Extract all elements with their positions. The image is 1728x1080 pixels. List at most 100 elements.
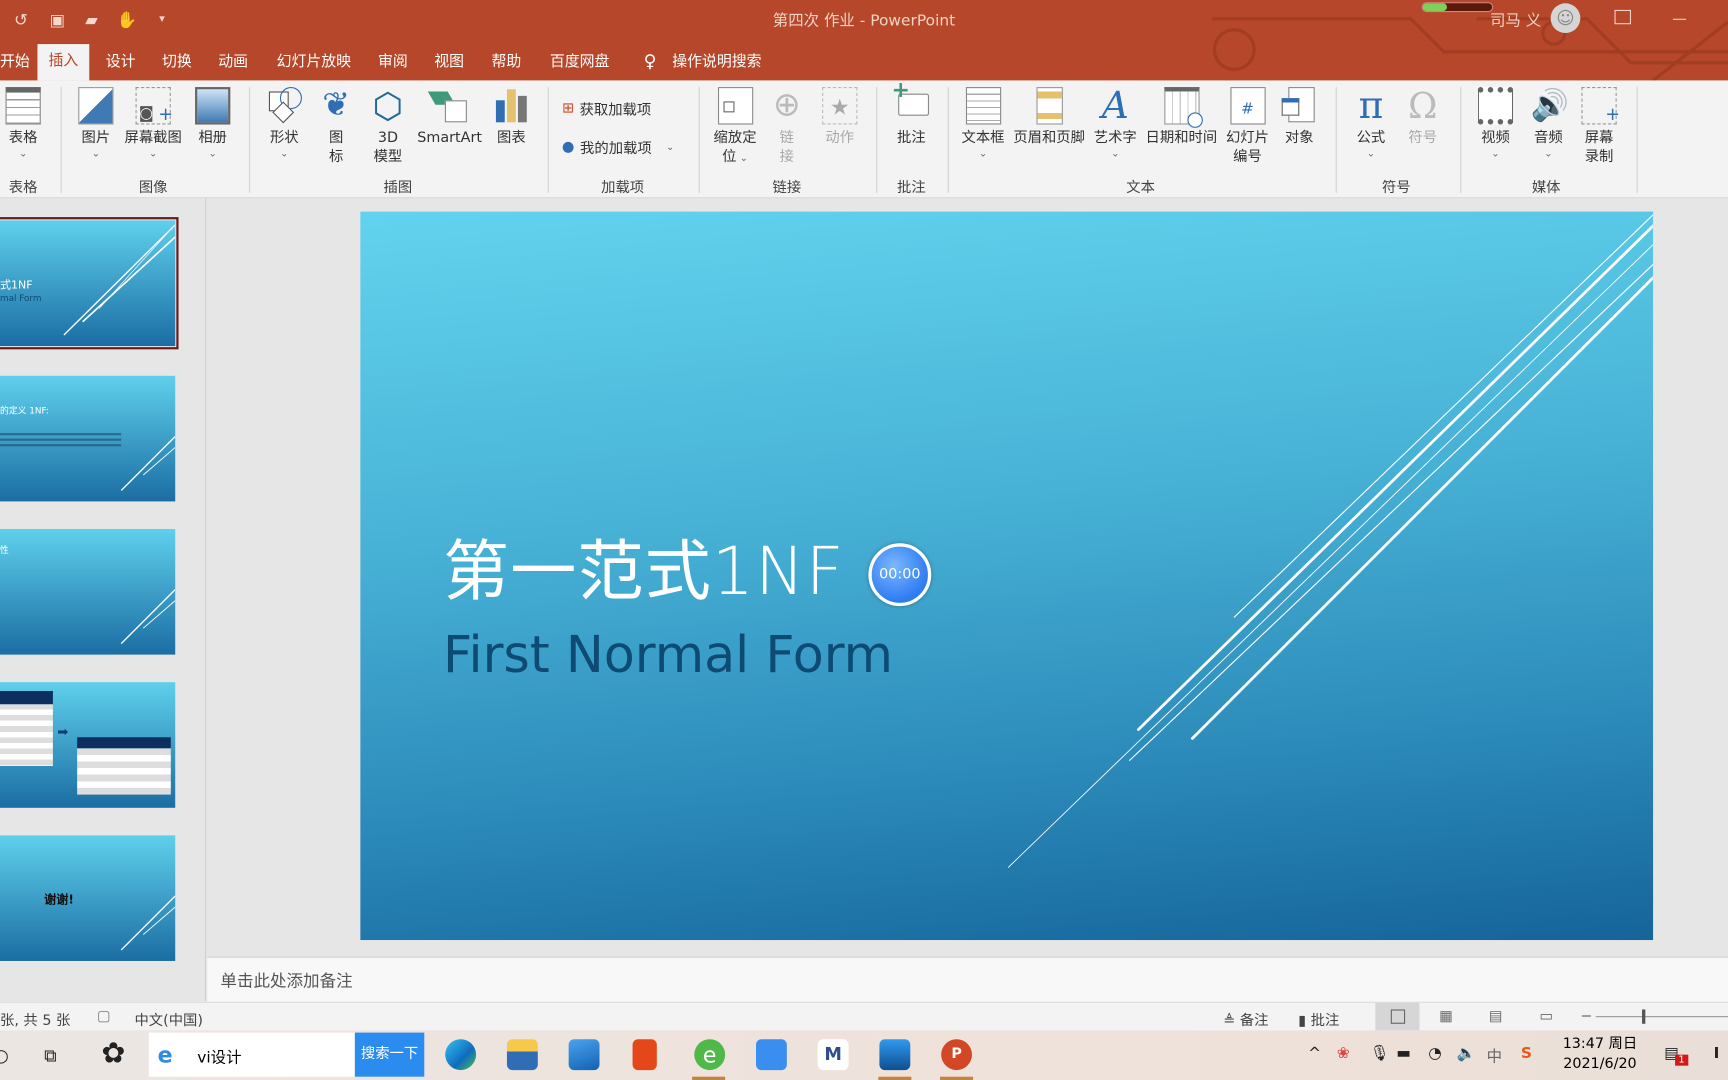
icons-button[interactable]: ❦ 图标 xyxy=(318,87,353,166)
calendar-icon xyxy=(1163,87,1203,128)
search-button[interactable]: 搜索一下 xyxy=(354,1032,425,1077)
app-logo-icon[interactable]: ✿ xyxy=(101,1037,125,1070)
symbol-button[interactable]: Ω 符号 xyxy=(1405,87,1440,148)
group-label-symbols: 符号 xyxy=(1381,179,1411,197)
screenshot-icon: ◙ + xyxy=(135,87,173,125)
label: 动作 xyxy=(825,130,855,147)
zoom-button[interactable]: 缩放定位 ⌄ xyxy=(714,87,757,166)
minimize-icon[interactable] xyxy=(1672,18,1687,20)
accessibility-icon[interactable]: ▢ xyxy=(97,1008,111,1025)
show-desktop[interactable]: I xyxy=(1714,1045,1720,1063)
tab-view[interactable]: 视图 xyxy=(428,48,471,79)
label: 位 xyxy=(722,148,737,166)
office-icon[interactable] xyxy=(632,1039,657,1071)
browser-icon[interactable]: e xyxy=(694,1039,726,1071)
photo-album-button[interactable]: 相册 ⌄ xyxy=(195,87,231,161)
task-view-icon[interactable]: ⧉ xyxy=(44,1045,57,1067)
notes-placeholder: 单击此处添加备注 xyxy=(220,970,353,991)
volume-icon[interactable]: 🔈 xyxy=(1457,1045,1476,1063)
tell-me-search[interactable]: 操作说明搜索 xyxy=(666,48,768,79)
slide-number-icon: # xyxy=(1229,87,1266,125)
powerpoint-icon[interactable]: P xyxy=(941,1039,972,1071)
object-button[interactable]: 对象 xyxy=(1281,87,1317,148)
textbox-button[interactable]: 文本框 ⌄ xyxy=(962,87,1005,161)
video-button[interactable]: 视频 ⌄ xyxy=(1477,87,1514,161)
addins-icon: ● xyxy=(562,138,575,156)
picture-button[interactable]: 图片 ⌄ xyxy=(78,87,114,161)
mail-icon[interactable] xyxy=(568,1039,600,1071)
tab-review[interactable]: 审阅 xyxy=(371,48,414,79)
group-label-media: 媒体 xyxy=(1531,179,1561,197)
slide-canvas[interactable]: 第一范式1NF First Normal Form 00:00 xyxy=(360,211,1654,941)
notes-toggle[interactable]: ≜ 备注 xyxy=(1223,1008,1268,1030)
audio-button[interactable]: 🔊 音频 ⌄ xyxy=(1531,87,1569,161)
tab-animations[interactable]: 动画 xyxy=(212,48,255,79)
battery-icon[interactable]: ▬ xyxy=(1396,1045,1411,1063)
notes-pane[interactable]: 单击此处添加备注 xyxy=(207,956,1728,1002)
photo-album-icon xyxy=(195,87,231,125)
m-app-icon[interactable]: M xyxy=(817,1039,849,1071)
chart-button[interactable]: 图表 xyxy=(494,87,529,148)
ribbon-display-icon[interactable] xyxy=(1614,9,1632,25)
tab-insert[interactable]: 插入 xyxy=(37,44,90,81)
slide-thumbnail-3[interactable]: 性 xyxy=(0,528,176,655)
link-button[interactable]: ⊕ 链接 xyxy=(769,87,804,166)
photos-icon[interactable] xyxy=(879,1039,911,1071)
slide-title[interactable]: 第一范式1NF xyxy=(443,518,845,614)
zoom-out-button[interactable]: − xyxy=(1580,1008,1592,1025)
tab-slideshow[interactable]: 幻灯片放映 xyxy=(270,48,358,79)
tray-app-icon[interactable]: ❀ xyxy=(1337,1045,1350,1063)
timer-badge[interactable]: 00:00 xyxy=(868,543,932,607)
wifi-icon[interactable]: ◔ xyxy=(1428,1045,1441,1063)
edge-icon[interactable] xyxy=(445,1039,477,1071)
smartart-button[interactable]: SmartArt xyxy=(417,87,482,148)
sogou-icon[interactable]: S xyxy=(1521,1045,1532,1063)
get-addins-button[interactable]: ⊞ 获取加载项 xyxy=(562,98,651,119)
slide-subtitle[interactable]: First Normal Form xyxy=(443,625,893,685)
thumbnail-title: 谢谢! xyxy=(44,892,74,907)
header-footer-button[interactable]: 页眉和页脚 xyxy=(1013,87,1085,148)
ime-icon[interactable]: 中 xyxy=(1487,1045,1502,1067)
comment-button[interactable]: + 批注 xyxy=(892,78,930,148)
label: 公式 xyxy=(1356,130,1386,147)
label: 形状 xyxy=(269,130,299,147)
slide-thumbnail-4[interactable]: ➡ xyxy=(0,682,176,808)
my-addins-button[interactable]: ● 我的加载项 ⌄ xyxy=(562,137,674,158)
tab-design[interactable]: 设计 xyxy=(99,48,142,79)
action-button[interactable]: ★ 动作 xyxy=(822,87,858,148)
start-icon[interactable]: ○ xyxy=(0,1045,9,1066)
slide-thumbnail-1[interactable]: 式1NF mal Form xyxy=(0,217,179,350)
comments-toggle[interactable]: ▮ 批注 xyxy=(1298,1008,1339,1030)
table-button[interactable]: 表格 ⌄ xyxy=(5,87,41,161)
clock[interactable]: 13:47 周日 2021/6/20 xyxy=(1563,1035,1638,1075)
language[interactable]: 中文(中国) xyxy=(134,1008,202,1030)
group-label-illustrations: 插图 xyxy=(383,179,413,197)
tab-baidu[interactable]: 百度网盘 xyxy=(543,48,616,79)
shapes-button[interactable]: 形状 ⌄ xyxy=(267,87,302,161)
tab-help[interactable]: 帮助 xyxy=(485,48,528,79)
wordart-button[interactable]: A 艺术字 ⌄ xyxy=(1094,87,1137,161)
avatar[interactable]: ☺ xyxy=(1550,3,1581,34)
cube-icon: ⬡ xyxy=(372,84,404,127)
equation-button[interactable]: π 公式 ⌄ xyxy=(1353,87,1388,161)
show-hidden-icons[interactable]: ^ xyxy=(1308,1045,1321,1063)
search-input[interactable]: e vi设计 xyxy=(148,1032,355,1077)
slide-thumbnail-2[interactable]: 的定义 1NF: xyxy=(0,375,176,502)
slide-number-button[interactable]: # 幻灯片 编号 xyxy=(1226,87,1269,166)
slide-thumbnail-5[interactable]: 谢谢! xyxy=(0,835,176,961)
zoom-slider[interactable] xyxy=(1595,1009,1728,1024)
screen-recording-button[interactable]: + 屏幕 录制 xyxy=(1581,87,1620,166)
slideshow-button[interactable]: ▭ xyxy=(1540,1008,1554,1025)
tab-home[interactable]: 开始 xyxy=(0,48,36,79)
3d-models-button[interactable]: ⬡ 3D 模型 xyxy=(370,87,405,166)
reading-view-button[interactable]: ▤ xyxy=(1489,1008,1503,1025)
screenshot-button[interactable]: ◙ + 屏幕截图 ⌄ xyxy=(125,87,182,161)
label: 表格 xyxy=(8,130,38,147)
file-explorer-icon[interactable] xyxy=(506,1039,538,1071)
normal-view-button[interactable] xyxy=(1375,1002,1420,1031)
microphone-icon[interactable]: 🎙 xyxy=(1370,1045,1390,1063)
tab-transitions[interactable]: 切换 xyxy=(155,48,198,79)
cloud-icon[interactable] xyxy=(755,1039,787,1071)
date-time-button[interactable]: 日期和时间 xyxy=(1146,87,1217,148)
slide-sorter-button[interactable]: ▦ xyxy=(1439,1008,1453,1025)
